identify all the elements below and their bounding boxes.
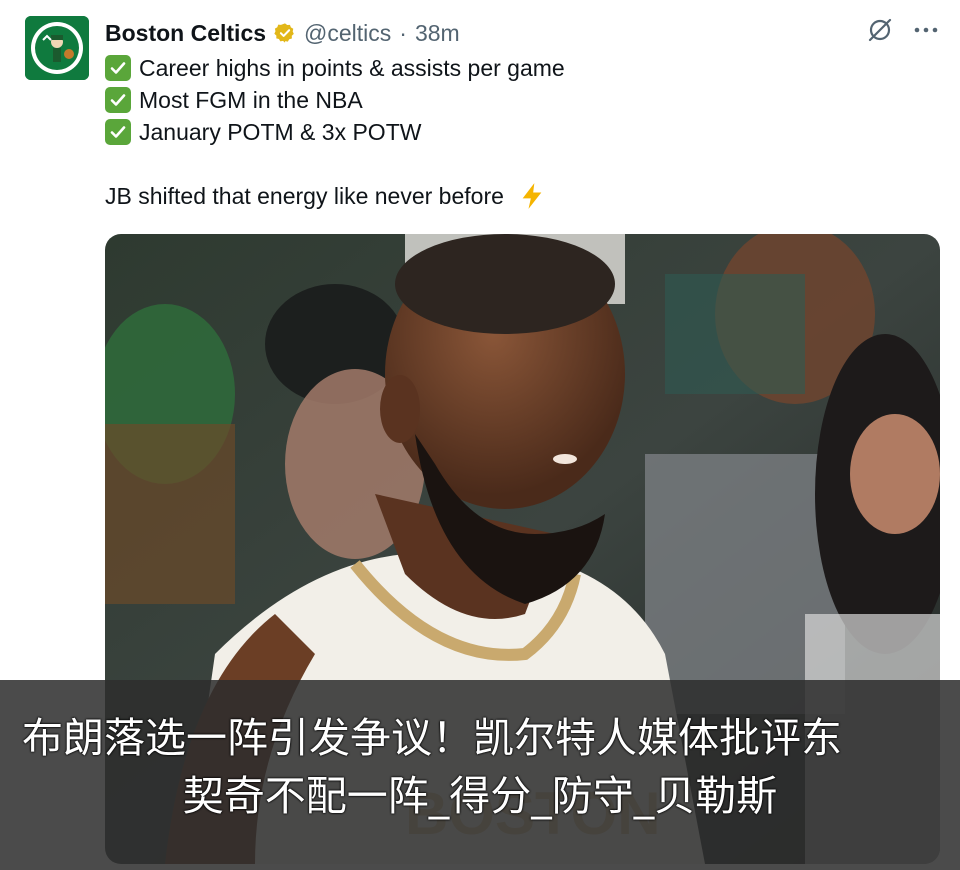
check-mark-icon: [105, 55, 131, 81]
tweet-line-2: Most FGM in the NBA: [105, 84, 565, 116]
more-options-icon[interactable]: [912, 16, 940, 44]
tweet-line-text: Most FGM in the NBA: [139, 87, 363, 113]
caption-text: 布朗落选一阵引发争议！凯尔特人媒体批评东 契奇不配一阵_得分_防守_贝勒斯: [0, 712, 960, 822]
tweet-line-text: Career highs in points & assists per gam…: [139, 55, 565, 81]
tweet-line-text: January POTM & 3x POTW: [139, 119, 422, 145]
celtics-avatar[interactable]: [25, 16, 89, 80]
tweet-body: Career highs in points & assists per gam…: [105, 52, 565, 212]
tweet-line-1: Career highs in points & assists per gam…: [105, 52, 565, 84]
celtics-logo-icon: [25, 16, 89, 80]
check-mark-icon: [105, 87, 131, 113]
lightning-bolt-icon: [518, 182, 546, 210]
closing-text: JB shifted that energy like never before: [105, 183, 504, 209]
verified-badge-icon[interactable]: [274, 22, 296, 44]
separator-dot: ·: [399, 19, 407, 46]
author-name[interactable]: Boston Celtics: [105, 20, 266, 47]
check-mark-icon: [105, 119, 131, 145]
author-handle[interactable]: @celtics: [304, 20, 391, 47]
tweet-timestamp[interactable]: 38m: [415, 20, 460, 47]
tweet-header: Boston Celtics @celtics · 38m: [105, 16, 460, 50]
tweet-closing-line: JB shifted that energy like never before: [105, 180, 565, 212]
caption-line-2: 契奇不配一阵_得分_防守_贝勒斯: [182, 772, 778, 820]
tweet-top-actions: [866, 16, 940, 44]
caption-line-1: 布朗落选一阵引发争议！凯尔特人媒体批评东: [22, 714, 842, 762]
grok-icon[interactable]: [866, 16, 894, 44]
tweet-line-3: January POTM & 3x POTW: [105, 116, 565, 148]
